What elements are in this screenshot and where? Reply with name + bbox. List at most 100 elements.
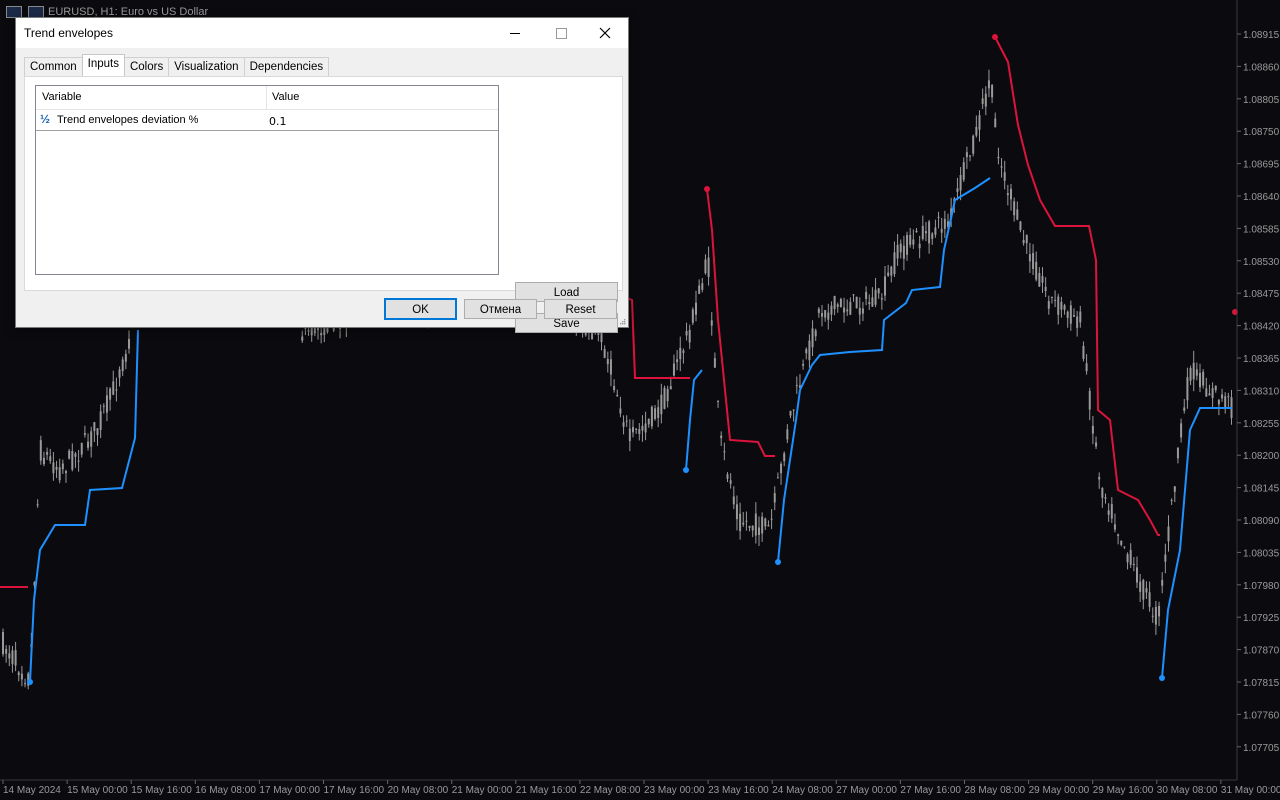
candle-body xyxy=(758,527,760,535)
maximize-button[interactable] xyxy=(538,18,584,48)
candle-body xyxy=(628,428,631,442)
candle-body xyxy=(65,471,67,474)
x-tick-label: 29 May 00:00 xyxy=(1029,785,1090,796)
upper-envelope-start-dot xyxy=(992,34,998,40)
resize-grip-icon[interactable] xyxy=(618,317,626,325)
candle-body xyxy=(735,504,738,520)
tab-dependencies[interactable]: Dependencies xyxy=(243,57,330,76)
input-variable-name: Trend envelopes deviation % xyxy=(57,114,199,126)
candle-body xyxy=(58,467,61,481)
ok-button[interactable]: OK xyxy=(384,298,457,320)
candle-body xyxy=(1006,193,1009,196)
candle-body xyxy=(934,227,937,235)
candle-body xyxy=(1054,299,1057,301)
candle-body xyxy=(1025,235,1028,244)
y-tick-label: 1.07925 xyxy=(1243,613,1280,624)
candle-body xyxy=(956,188,959,192)
x-tick-label: 27 May 16:00 xyxy=(900,785,961,796)
y-tick-label: 1.08200 xyxy=(1243,451,1280,462)
candle-body xyxy=(1050,296,1053,298)
candle-body xyxy=(11,650,14,665)
candle-body xyxy=(1000,166,1003,168)
y-tick-label: 1.07980 xyxy=(1243,581,1280,592)
candle-body xyxy=(118,369,121,378)
candle-body xyxy=(861,308,864,314)
candle-body xyxy=(821,313,823,317)
minimize-button[interactable] xyxy=(492,18,538,48)
column-header-value[interactable]: Value xyxy=(272,91,299,103)
candle-body xyxy=(984,93,987,107)
candle-body xyxy=(943,219,946,229)
candle-body xyxy=(921,225,924,239)
candle-body xyxy=(61,463,64,470)
candle-body xyxy=(90,431,93,447)
y-tick-label: 1.08310 xyxy=(1243,386,1280,397)
dialog-titlebar[interactable]: Trend envelopes xyxy=(16,18,628,48)
double-type-icon: ½ xyxy=(40,112,51,126)
candle-body xyxy=(789,410,792,416)
column-separator[interactable] xyxy=(266,86,267,109)
tab-visualization[interactable]: Visualization xyxy=(168,57,245,76)
tab-inputs[interactable]: Inputs xyxy=(81,54,125,76)
candle-body xyxy=(877,288,880,294)
reset-button[interactable]: Reset xyxy=(544,299,617,319)
candle-body xyxy=(874,289,877,305)
candle-body xyxy=(112,381,115,395)
candle-body xyxy=(899,243,902,253)
candle-body xyxy=(1176,447,1179,459)
candle-body xyxy=(635,428,638,430)
candle-body xyxy=(1167,526,1170,542)
candle-body xyxy=(748,525,751,528)
candle-body xyxy=(625,420,628,422)
table-row[interactable]: ½ Trend envelopes deviation % 0.1 xyxy=(36,110,498,131)
candle-body xyxy=(1076,316,1079,328)
candle-body xyxy=(773,493,776,503)
candle-body xyxy=(1214,385,1217,391)
candle-body xyxy=(915,230,918,233)
lower-envelope-start-dot xyxy=(27,679,33,685)
close-button[interactable] xyxy=(582,18,628,48)
x-tick-label: 22 May 08:00 xyxy=(580,785,641,796)
y-tick-label: 1.08255 xyxy=(1243,419,1280,430)
y-tick-label: 1.08860 xyxy=(1243,62,1280,73)
candle-body xyxy=(795,385,798,387)
candle-body xyxy=(802,363,805,366)
candle-body xyxy=(1010,188,1012,200)
candle-body xyxy=(805,349,808,354)
candle-body xyxy=(997,156,1000,159)
candle-body xyxy=(1022,239,1025,244)
cancel-button[interactable]: Отмена xyxy=(464,299,537,319)
candle-body xyxy=(887,272,890,276)
column-header-variable[interactable]: Variable xyxy=(42,91,82,103)
candle-body xyxy=(1117,534,1120,536)
candle-body xyxy=(17,672,20,676)
candle-body xyxy=(906,235,909,255)
x-tick-label: 20 May 08:00 xyxy=(388,785,449,796)
candle-body xyxy=(1098,477,1101,480)
candle-body xyxy=(14,650,17,666)
y-tick-label: 1.08585 xyxy=(1243,224,1280,235)
candle-body xyxy=(830,305,833,315)
candle-body xyxy=(1205,388,1208,397)
candle-body xyxy=(1013,201,1016,216)
candle-body xyxy=(739,513,742,532)
candle-body xyxy=(102,405,105,407)
input-value-field[interactable]: 0.1 xyxy=(269,115,287,128)
candle-body xyxy=(1183,407,1186,411)
x-tick-label: 15 May 00:00 xyxy=(67,785,128,796)
candle-body xyxy=(767,525,770,527)
candle-body xyxy=(1199,372,1201,388)
candle-body xyxy=(754,513,757,536)
y-tick-label: 1.08365 xyxy=(1243,354,1280,365)
candle-body xyxy=(46,451,49,455)
candle-body xyxy=(987,80,990,89)
candle-body xyxy=(99,411,102,430)
candle-body xyxy=(307,330,310,332)
candle-body xyxy=(1164,554,1167,562)
x-tick-label: 14 May 2024 xyxy=(3,785,61,796)
candle-body xyxy=(912,239,915,245)
tab-common[interactable]: Common xyxy=(24,57,83,76)
candle-body xyxy=(39,440,42,461)
candle-body xyxy=(77,460,80,462)
tab-colors[interactable]: Colors xyxy=(123,57,170,76)
